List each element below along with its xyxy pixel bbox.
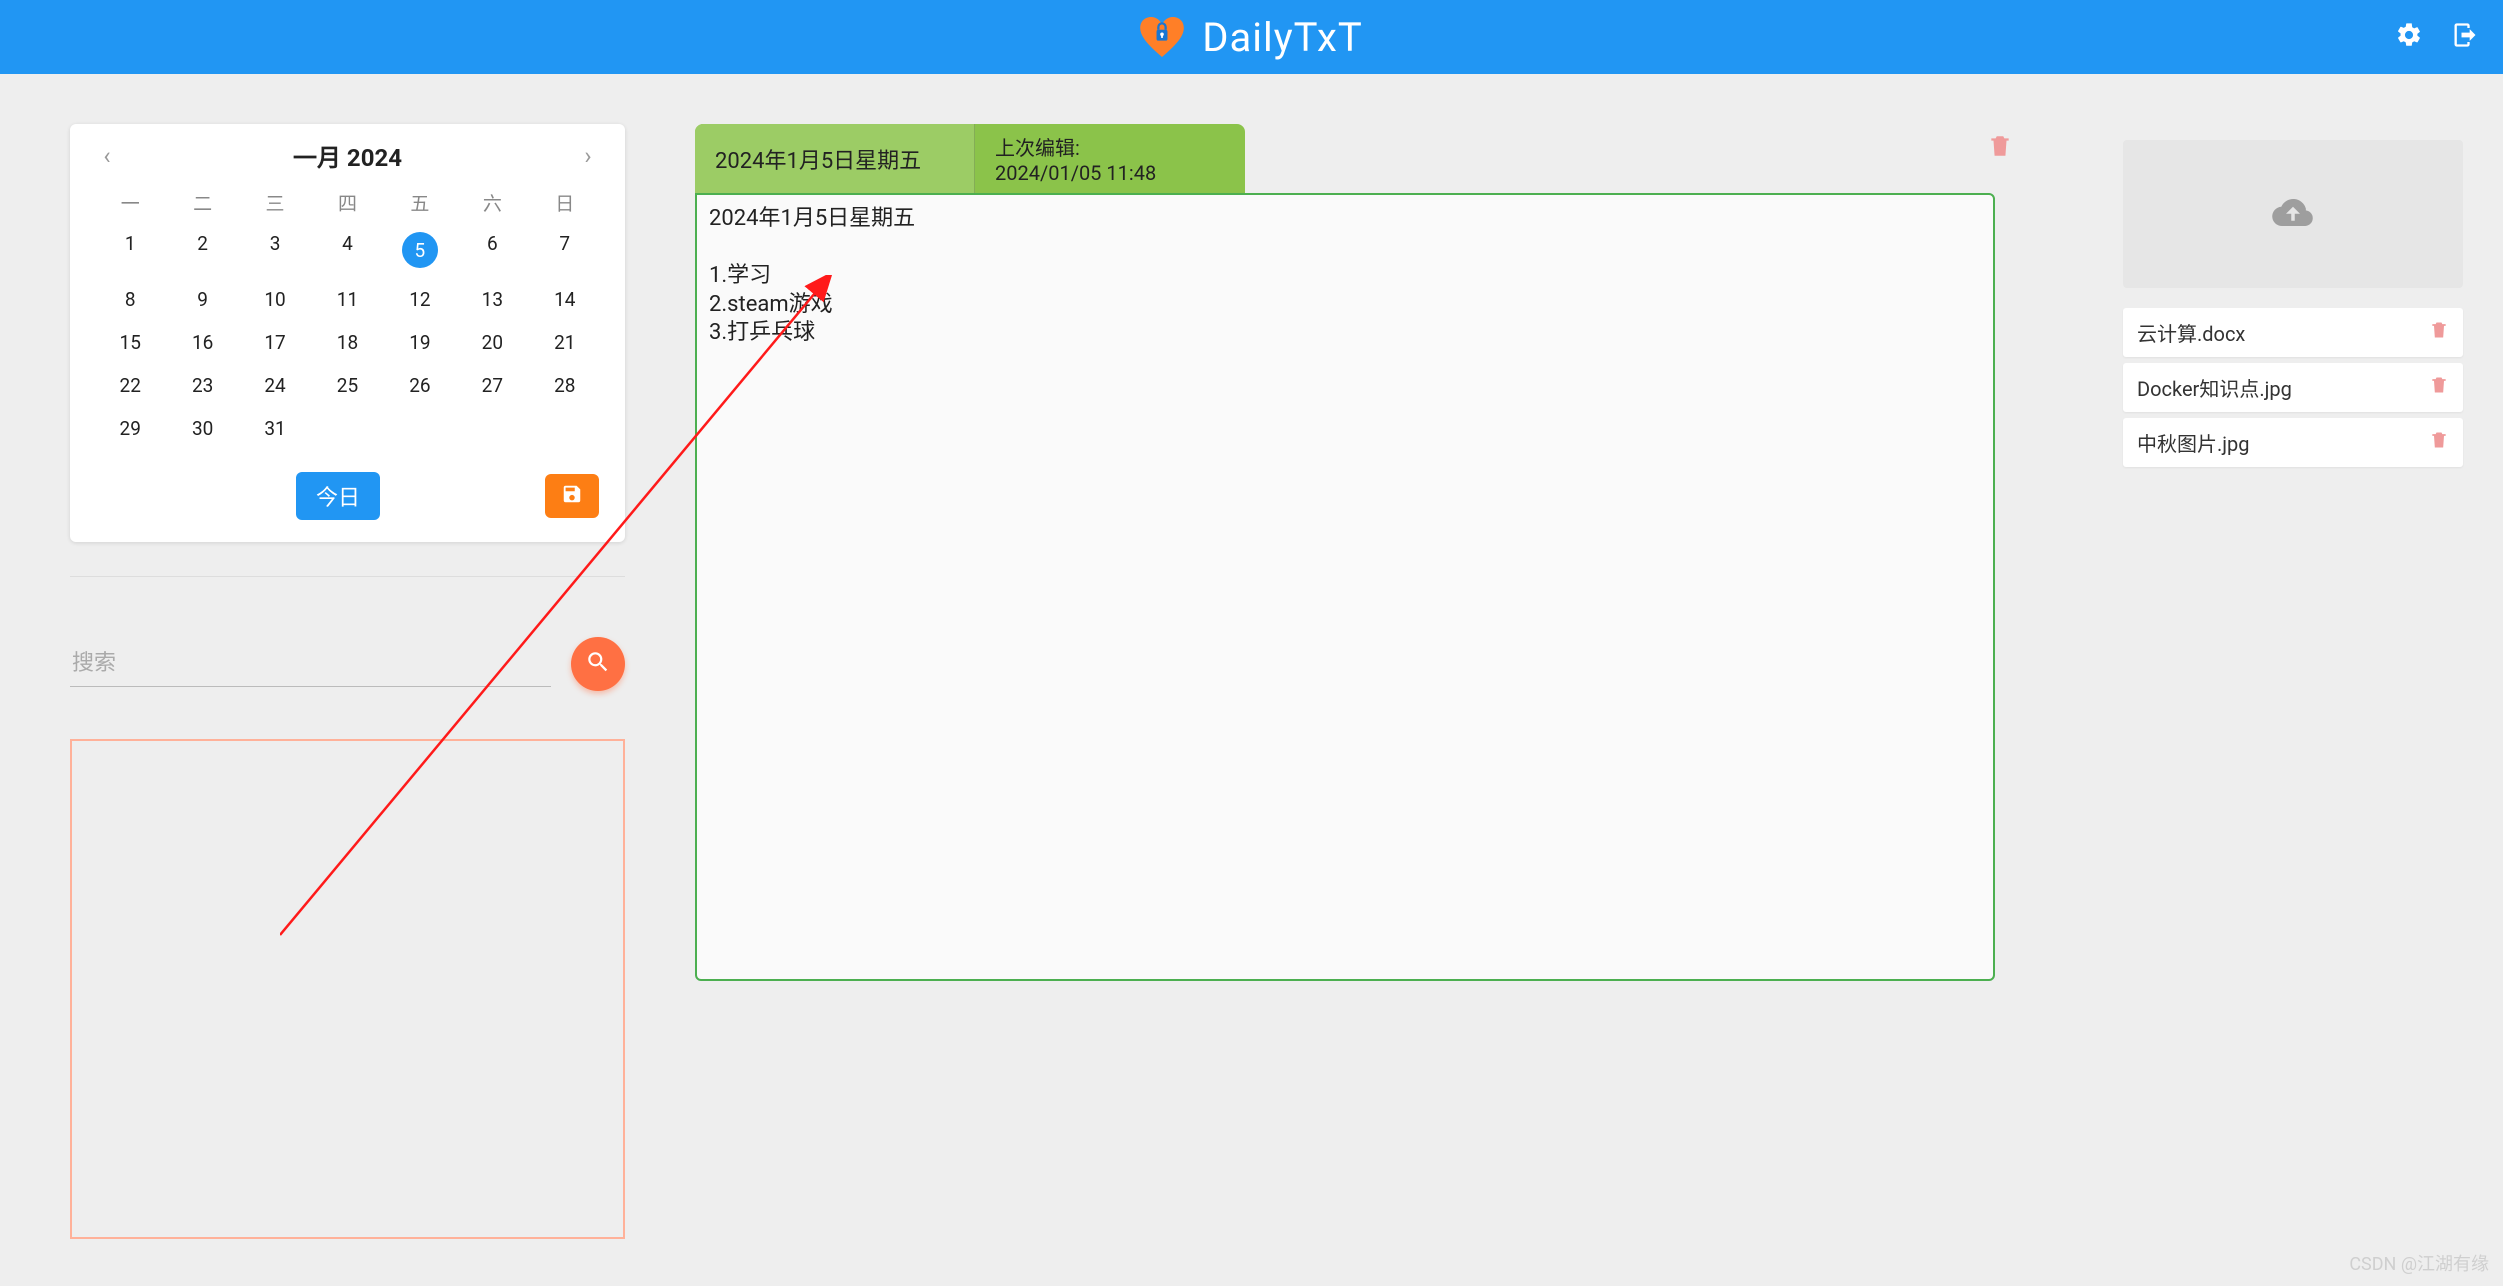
calendar-day[interactable]: 27 — [456, 364, 528, 407]
heart-lock-icon — [1140, 17, 1184, 57]
calendar-day[interactable]: 25 — [311, 364, 383, 407]
calendar-dow: 六 — [456, 183, 528, 222]
watermark: CSDN @江湖有缘 — [2349, 1250, 2489, 1276]
calendar-day[interactable]: 12 — [384, 278, 456, 321]
calendar-day[interactable]: 2 — [166, 222, 238, 278]
file-item[interactable]: Docker知识点.jpg — [2123, 363, 2463, 412]
calendar-day[interactable]: 26 — [384, 364, 456, 407]
calendar-dow: 三 — [239, 183, 311, 222]
file-list: 云计算.docx Docker知识点.jpg 中秋图片.jpg — [2123, 308, 2463, 467]
calendar-day[interactable]: 9 — [166, 278, 238, 321]
calendar-day[interactable]: 24 — [239, 364, 311, 407]
app-title: DailyTxT — [1202, 14, 1362, 61]
gear-icon[interactable] — [2395, 21, 2423, 53]
calendar-day[interactable]: 19 — [384, 321, 456, 364]
calendar-day[interactable]: 3 — [239, 222, 311, 278]
app-logo: DailyTxT — [1140, 14, 1362, 61]
trash-icon — [1987, 132, 2013, 164]
calendar-day — [311, 407, 383, 450]
calendar-day[interactable]: 4 — [311, 222, 383, 278]
calendar-day[interactable]: 22 — [94, 364, 166, 407]
file-item[interactable]: 云计算.docx — [2123, 308, 2463, 357]
calendar-day[interactable]: 6 — [456, 222, 528, 278]
entry-tab[interactable]: 2024年1月5日星期五 上次编辑: 2024/01/05 11:48 — [695, 124, 1245, 193]
save-button[interactable] — [545, 474, 599, 518]
file-delete-button[interactable] — [2429, 319, 2449, 346]
calendar-day[interactable]: 10 — [239, 278, 311, 321]
calendar-dow: 五 — [384, 183, 456, 222]
search-button[interactable] — [571, 637, 625, 691]
search-icon — [585, 649, 611, 679]
calendar-day — [384, 407, 456, 450]
cloud-upload-icon — [2265, 191, 2321, 237]
file-name: Docker知识点.jpg — [2137, 373, 2292, 402]
next-month-button[interactable]: › — [575, 143, 601, 169]
app-header: DailyTxT — [0, 0, 2503, 74]
trash-icon — [2429, 429, 2449, 451]
search-results — [70, 739, 625, 1239]
entry-editor[interactable] — [695, 193, 1995, 981]
calendar-day[interactable]: 30 — [166, 407, 238, 450]
calendar-day[interactable]: 7 — [529, 222, 601, 278]
search-input[interactable] — [70, 641, 551, 687]
file-delete-button[interactable] — [2429, 429, 2449, 456]
calendar-dow: 一 — [94, 183, 166, 222]
upload-dropzone[interactable] — [2123, 140, 2463, 288]
calendar-day[interactable]: 18 — [311, 321, 383, 364]
calendar-day[interactable]: 31 — [239, 407, 311, 450]
calendar-day[interactable]: 23 — [166, 364, 238, 407]
calendar-day[interactable]: 11 — [311, 278, 383, 321]
save-icon — [561, 483, 583, 509]
calendar-day[interactable]: 13 — [456, 278, 528, 321]
calendar-day[interactable]: 28 — [529, 364, 601, 407]
entry-last-edit: 上次编辑: 2024/01/05 11:48 — [975, 124, 1245, 193]
calendar-day[interactable]: 21 — [529, 321, 601, 364]
calendar-day[interactable]: 8 — [94, 278, 166, 321]
calendar-day — [529, 407, 601, 450]
calendar-dow: 四 — [311, 183, 383, 222]
entry-date: 2024年1月5日星期五 — [695, 124, 975, 193]
prev-month-button[interactable]: ‹ — [94, 143, 120, 169]
calendar-title: 一月 2024 — [293, 138, 402, 173]
calendar-dow: 日 — [529, 183, 601, 222]
calendar-day[interactable]: 5 — [384, 222, 456, 278]
file-name: 中秋图片.jpg — [2137, 428, 2250, 457]
today-button[interactable]: 今日 — [296, 472, 380, 520]
trash-icon — [2429, 319, 2449, 341]
calendar: ‹ 一月 2024 › 一二三四五六日123456789101112131415… — [70, 124, 625, 542]
calendar-day[interactable]: 17 — [239, 321, 311, 364]
file-item[interactable]: 中秋图片.jpg — [2123, 418, 2463, 467]
divider — [70, 576, 625, 577]
delete-entry-button[interactable] — [1987, 124, 2013, 193]
trash-icon — [2429, 374, 2449, 396]
calendar-day[interactable]: 14 — [529, 278, 601, 321]
logout-icon[interactable] — [2451, 21, 2479, 53]
calendar-dow: 二 — [166, 183, 238, 222]
calendar-day — [456, 407, 528, 450]
file-delete-button[interactable] — [2429, 374, 2449, 401]
calendar-day[interactable]: 20 — [456, 321, 528, 364]
calendar-day[interactable]: 29 — [94, 407, 166, 450]
calendar-day[interactable]: 15 — [94, 321, 166, 364]
file-name: 云计算.docx — [2137, 318, 2245, 347]
calendar-day[interactable]: 1 — [94, 222, 166, 278]
calendar-day[interactable]: 16 — [166, 321, 238, 364]
